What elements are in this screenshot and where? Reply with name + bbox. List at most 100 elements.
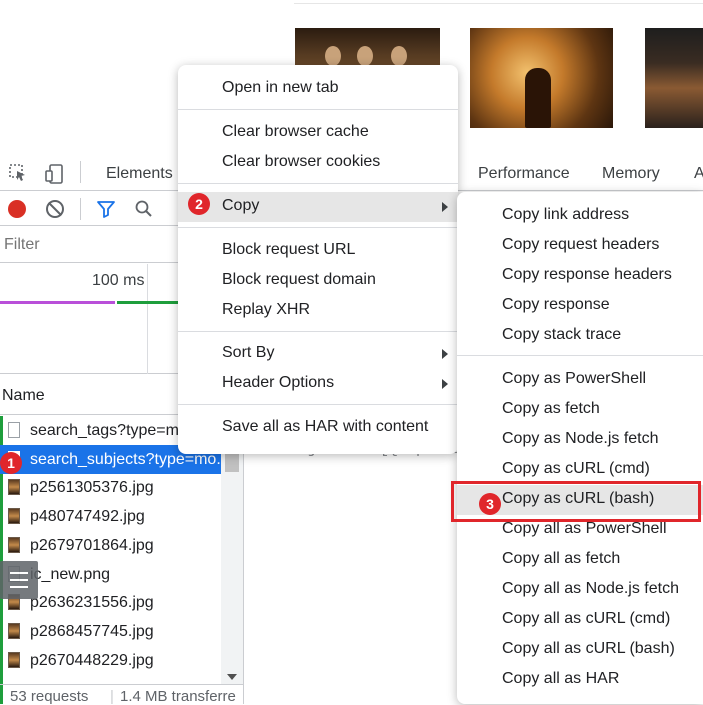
menu-item-label: Copy as fetch xyxy=(502,400,600,417)
image-file-icon xyxy=(8,479,20,495)
page-top-strip xyxy=(294,0,703,4)
menu-item-label: Copy all as cURL (bash) xyxy=(502,640,675,657)
search-icon[interactable] xyxy=(134,199,154,219)
menu-item-label: Open in new tab xyxy=(222,79,339,96)
sidebar-toggle-icon[interactable] xyxy=(0,561,38,599)
record-icon[interactable] xyxy=(8,200,26,218)
poster-figure xyxy=(325,46,341,66)
menu-item-label: Block request URL xyxy=(222,241,356,258)
device-toolbar-icon[interactable] xyxy=(44,163,64,184)
timeline-gridline xyxy=(147,264,148,374)
menu-item-save-har[interactable]: Save all as HAR with content xyxy=(178,413,458,443)
menu-separator xyxy=(178,183,458,184)
timeline-bar xyxy=(117,301,178,304)
submenu-arrow-icon xyxy=(442,379,448,389)
menu-item-label: Copy as Node.js fetch xyxy=(502,430,659,447)
submenu-item-copy-stack-trace[interactable]: Copy stack trace xyxy=(457,321,703,351)
request-count: 53 requests xyxy=(10,688,89,705)
menu-item-label: Copy link address xyxy=(502,206,630,223)
image-file-icon xyxy=(8,508,20,524)
request-name: p2868457745.jpg xyxy=(30,623,154,640)
menu-item-label: Sort By xyxy=(222,344,275,361)
toolbar-separator xyxy=(80,198,81,220)
menu-item-block-domain[interactable]: Block request domain xyxy=(178,266,458,296)
submenu-arrow-icon xyxy=(442,349,448,359)
inspect-icon[interactable] xyxy=(8,163,28,183)
menu-item-replay-xhr[interactable]: Replay XHR xyxy=(178,296,458,326)
scroll-down-arrow-icon[interactable] xyxy=(227,674,237,680)
request-list-scrollbar[interactable] xyxy=(221,446,243,684)
request-row[interactable]: p2868457745.jpg xyxy=(0,617,221,646)
menu-item-header-options[interactable]: Header Options xyxy=(178,369,458,399)
menu-item-clear-cache[interactable]: Clear browser cache xyxy=(178,118,458,148)
menu-item-label: Copy request headers xyxy=(502,236,660,253)
submenu-item-copy-as-powershell[interactable]: Copy as PowerShell xyxy=(457,365,703,395)
request-row[interactable]: p480747492.jpg xyxy=(0,502,221,531)
menu-item-block-url[interactable]: Block request URL xyxy=(178,236,458,266)
poster-figure xyxy=(525,68,551,128)
transferred-size: 1.4 MB transferre xyxy=(120,688,236,705)
menu-item-label: Copy stack trace xyxy=(502,326,622,343)
submenu-item-copy-as-node-fetch[interactable]: Copy as Node.js fetch xyxy=(457,425,703,455)
menu-item-label: Header Options xyxy=(222,374,335,391)
status-separator: | xyxy=(110,688,114,705)
request-row[interactable]: p2679701864.jpg xyxy=(0,531,221,560)
menu-separator xyxy=(178,227,458,228)
movie-poster-thumbnail[interactable] xyxy=(470,28,613,128)
submenu-item-copy-request-headers[interactable]: Copy request headers xyxy=(457,231,703,261)
toolbar-separator xyxy=(80,161,81,183)
menu-item-label: Clear browser cache xyxy=(222,123,369,140)
copy-submenu: Copy link address Copy request headers C… xyxy=(457,192,703,704)
menu-item-label: Save all as HAR with content xyxy=(222,418,429,435)
tab-elements[interactable]: Elements xyxy=(106,165,173,183)
menu-separator xyxy=(457,355,703,356)
tab-application[interactable]: A xyxy=(694,165,703,183)
menu-item-label: Copy all as PowerShell xyxy=(502,520,667,537)
submenu-item-copy-all-fetch[interactable]: Copy all as fetch xyxy=(457,545,703,575)
name-column-header[interactable]: Name xyxy=(2,387,45,405)
poster-figure xyxy=(357,46,373,66)
file-icon xyxy=(8,422,20,438)
submenu-item-copy-all-node-fetch[interactable]: Copy all as Node.js fetch xyxy=(457,575,703,605)
menu-item-clear-cookies[interactable]: Clear browser cookies xyxy=(178,148,458,178)
menu-item-label: Copy response xyxy=(502,296,610,313)
request-name: p2679701864.jpg xyxy=(30,537,154,554)
timeline-bar xyxy=(0,301,115,304)
request-name: search_tags?type=m xyxy=(30,422,179,439)
tab-memory[interactable]: Memory xyxy=(602,165,660,183)
clear-icon[interactable] xyxy=(46,200,64,218)
network-timeline-overview[interactable]: 100 ms xyxy=(0,264,178,374)
request-row[interactable]: p2561305376.jpg xyxy=(0,473,221,502)
menu-item-label: Copy as cURL (cmd) xyxy=(502,460,650,477)
submenu-arrow-icon xyxy=(442,202,448,212)
movie-poster-thumbnail[interactable] xyxy=(645,28,703,128)
menu-item-label: Clear browser cookies xyxy=(222,153,381,170)
menu-item-open-new-tab[interactable]: Open in new tab xyxy=(178,74,458,104)
submenu-item-copy-response-headers[interactable]: Copy response headers xyxy=(457,261,703,291)
submenu-item-copy-link-address[interactable]: Copy link address xyxy=(457,201,703,231)
submenu-item-copy-all-curl-cmd[interactable]: Copy all as cURL (cmd) xyxy=(457,605,703,635)
menu-item-sort-by[interactable]: Sort By xyxy=(178,339,458,369)
request-context-menu: Open in new tab Clear browser cache Clea… xyxy=(178,65,458,454)
annotation-badge-step3: 3 xyxy=(479,493,501,515)
submenu-item-copy-all-har[interactable]: Copy all as HAR xyxy=(457,665,703,695)
request-row[interactable]: p2670448229.jpg xyxy=(0,646,221,675)
request-name: p480747492.jpg xyxy=(30,508,145,525)
filter-bar xyxy=(0,227,178,263)
menu-item-label: Block request domain xyxy=(222,271,376,288)
filter-input[interactable] xyxy=(2,233,176,257)
image-file-icon xyxy=(8,652,20,668)
request-name: p2561305376.jpg xyxy=(30,479,154,496)
image-file-icon xyxy=(8,623,20,639)
request-name: ic_new.png xyxy=(30,566,111,583)
submenu-item-copy-response[interactable]: Copy response xyxy=(457,291,703,321)
submenu-item-copy-all-curl-bash[interactable]: Copy all as cURL (bash) xyxy=(457,635,703,665)
submenu-item-copy-as-fetch[interactable]: Copy as fetch xyxy=(457,395,703,425)
menu-separator xyxy=(178,109,458,110)
menu-item-copy[interactable]: Copy xyxy=(178,192,458,222)
menu-item-label: Copy xyxy=(222,197,260,214)
network-status-bar: 53 requests | 1.4 MB transferre xyxy=(0,684,243,705)
tab-performance[interactable]: Performance xyxy=(478,165,570,183)
menu-item-label: Copy all as cURL (cmd) xyxy=(502,610,671,627)
filter-icon[interactable] xyxy=(96,199,116,219)
